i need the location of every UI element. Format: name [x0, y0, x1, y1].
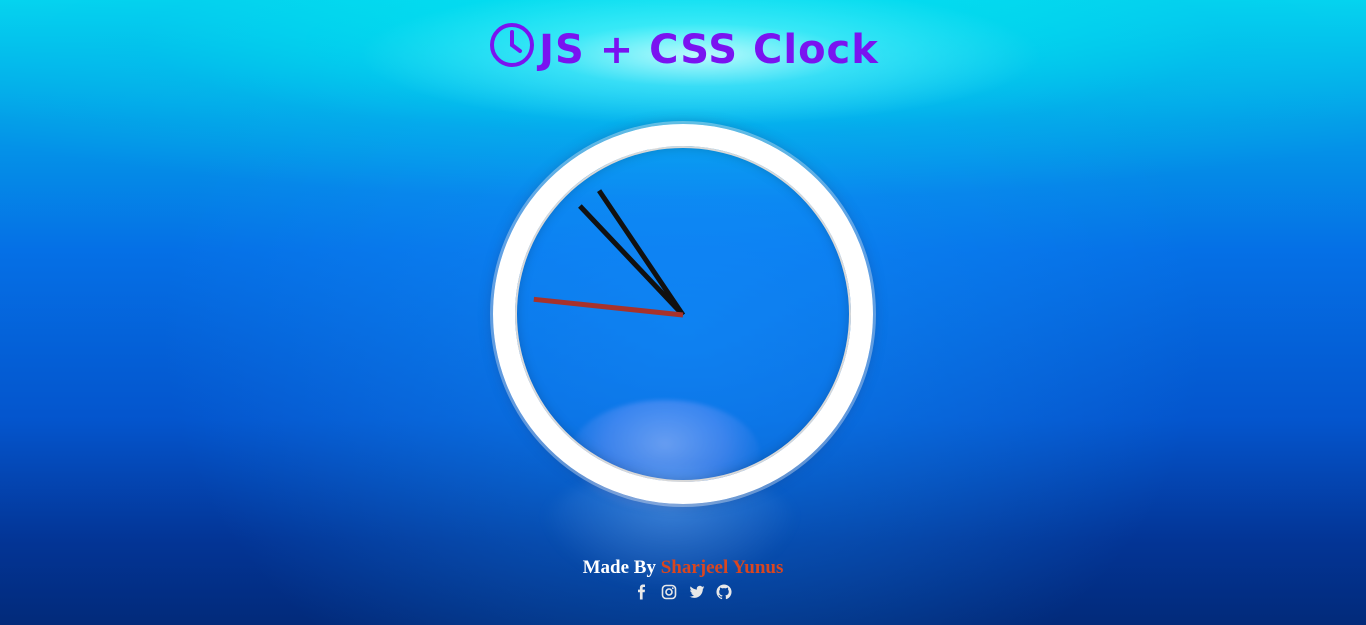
- twitter-icon: [689, 585, 705, 598]
- clock-face: [493, 124, 873, 504]
- page-title: JS + CSS Clock: [0, 18, 1366, 80]
- instagram-link[interactable]: [660, 584, 678, 602]
- facebook-link[interactable]: [633, 584, 651, 602]
- github-link[interactable]: [715, 583, 733, 602]
- facebook-icon: [638, 584, 646, 599]
- twitter-link[interactable]: [688, 584, 706, 602]
- author-name[interactable]: Sharjeel Yunus: [661, 557, 784, 578]
- page-title-text: JS + CSS Clock: [539, 27, 879, 73]
- github-icon: [716, 583, 732, 599]
- credit-line: Made By Sharjeel Yunus: [0, 555, 1366, 581]
- social-links: [0, 582, 1366, 600]
- clock-icon: [487, 20, 537, 70]
- instagram-icon: [662, 584, 677, 599]
- made-by-label: Made By: [582, 557, 656, 578]
